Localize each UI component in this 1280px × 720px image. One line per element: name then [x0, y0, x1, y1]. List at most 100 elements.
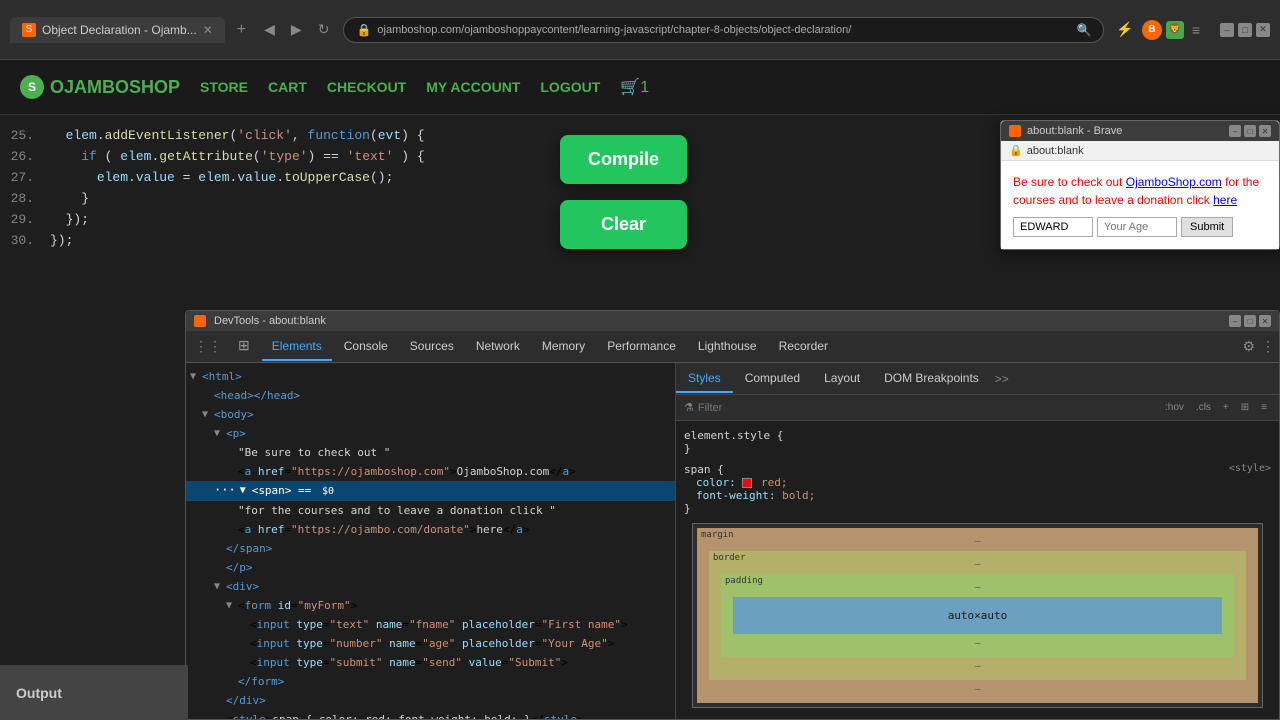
devtools-minimize-button[interactable]: –: [1229, 315, 1241, 327]
html-line[interactable]: </form>: [186, 672, 675, 691]
overlay-maximize-button[interactable]: □: [1244, 125, 1256, 137]
tab-selector[interactable]: ⊞: [228, 331, 260, 362]
cart-nav-link[interactable]: CART: [268, 79, 307, 95]
tab-close-button[interactable]: ✕: [203, 23, 213, 37]
html-line[interactable]: <a href="https://ojamboshop.com">OjamboS…: [186, 462, 675, 481]
tab-recorder[interactable]: Recorder: [769, 333, 838, 361]
html-line[interactable]: </div>: [186, 691, 675, 710]
maximize-button[interactable]: □: [1238, 23, 1252, 37]
devtools-close-button[interactable]: ✕: [1259, 315, 1271, 327]
html-line-selected[interactable]: ··· ▼ <span> == $0: [186, 481, 675, 501]
tab-lighthouse[interactable]: Lighthouse: [688, 333, 767, 361]
tab-title: Object Declaration - Ojamb...: [42, 23, 197, 37]
store-nav-link[interactable]: STORE: [200, 79, 248, 95]
tab-console[interactable]: Console: [334, 333, 398, 361]
forward-button[interactable]: ▶: [285, 17, 308, 42]
devtools-settings-icon[interactable]: ⚙: [1242, 338, 1255, 355]
checkout-nav-link[interactable]: CHECKOUT: [327, 79, 406, 95]
overlay-minimize-button[interactable]: –: [1229, 125, 1241, 137]
styles-tabs: Styles Computed Layout DOM Breakpoints >…: [676, 363, 1279, 395]
html-line[interactable]: </p>: [186, 558, 675, 577]
tag-text: <form id="myForm">: [238, 597, 357, 614]
age-input[interactable]: [1097, 217, 1177, 237]
action-buttons: Compile Clear: [560, 135, 687, 249]
menu-button[interactable]: ≡: [1188, 18, 1204, 42]
html-line[interactable]: <input type="number" name="age" placehol…: [186, 634, 675, 653]
minimize-button[interactable]: –: [1220, 23, 1234, 37]
tab-sources[interactable]: Sources: [400, 333, 464, 361]
toggle-icon: [226, 444, 236, 461]
styles-content: element.style { } span { <style> color: …: [676, 421, 1279, 719]
tag-text: <html>: [202, 368, 242, 385]
html-line[interactable]: <head></head>: [186, 386, 675, 405]
tab-styles[interactable]: Styles: [676, 365, 733, 393]
toggle-icon[interactable]: ▼: [214, 425, 224, 442]
html-line[interactable]: <style>span { color: red; font-weight: b…: [186, 710, 675, 719]
back-button[interactable]: ◀: [258, 17, 281, 42]
clear-button[interactable]: Clear: [560, 200, 687, 249]
line-dots-icon[interactable]: ···: [214, 482, 236, 499]
close-button[interactable]: ✕: [1256, 23, 1270, 37]
hov-filter-button[interactable]: :hov: [1161, 399, 1188, 416]
tab-memory[interactable]: Memory: [532, 333, 595, 361]
new-tab-button[interactable]: +: [233, 17, 250, 43]
toggle-icon[interactable]: ▼: [190, 368, 200, 385]
search-icon: 🔍: [1076, 23, 1091, 37]
submit-button[interactable]: Submit: [1181, 217, 1233, 237]
html-line[interactable]: ▼ <form id="myForm">: [186, 596, 675, 615]
fname-input[interactable]: [1013, 217, 1093, 237]
tag-text: <head></head>: [214, 387, 300, 404]
padding-dash: –: [974, 582, 980, 593]
window-controls: – □ ✕: [1220, 23, 1270, 37]
html-line[interactable]: "Be sure to check out ": [186, 443, 675, 462]
devtools-maximize-button[interactable]: □: [1244, 315, 1256, 327]
devtools-title: DevTools - about:blank: [214, 315, 1221, 327]
toggle-icon[interactable]: ▼: [226, 597, 236, 614]
devtools-overflow-icon[interactable]: ⋮: [1261, 338, 1275, 355]
toggle-icon: [226, 502, 236, 519]
filter-buttons: :hov .cls + ⊞ ≡: [1161, 399, 1271, 416]
browser-chrome: S Object Declaration - Ojamb... ✕ + ◀ ▶ …: [0, 0, 1280, 60]
overlay-address-bar[interactable]: 🔒 about:blank: [1001, 141, 1279, 161]
overlay-close-button[interactable]: ✕: [1259, 125, 1271, 137]
tab-layout[interactable]: Layout: [812, 365, 872, 393]
html-line[interactable]: ▼ <body>: [186, 405, 675, 424]
cart-icon[interactable]: 🛒1: [620, 77, 649, 97]
tab-elements[interactable]: Elements: [262, 333, 332, 361]
toggle-icon[interactable]: ▼: [240, 482, 250, 499]
html-line[interactable]: <input type="text" name="fname" placehol…: [186, 615, 675, 634]
address-bar[interactable]: 🔒 ojamboshop.com/ojamboshoppaycontent/le…: [343, 17, 1104, 43]
styles-tab-more[interactable]: >>: [991, 366, 1013, 392]
html-line[interactable]: ▼ <div>: [186, 577, 675, 596]
tab-computed[interactable]: Computed: [733, 365, 812, 393]
reload-button[interactable]: ↻: [312, 17, 336, 42]
computed-toggle-button[interactable]: ≡: [1257, 399, 1271, 416]
tag-text: </div>: [226, 692, 266, 709]
tab-network[interactable]: Network: [466, 333, 530, 361]
ojamboshop-link[interactable]: OjamboShop.com: [1126, 175, 1222, 189]
browser-tab[interactable]: S Object Declaration - Ojamb... ✕: [10, 17, 225, 43]
toggle-icon[interactable]: ▼: [214, 578, 224, 595]
html-line[interactable]: </span>: [186, 539, 675, 558]
devtools-more-icon[interactable]: ⋮⋮: [190, 336, 226, 357]
html-line[interactable]: "for the courses and to leave a donation…: [186, 501, 675, 520]
html-line[interactable]: ▼ <html>: [186, 367, 675, 386]
add-style-button[interactable]: +: [1219, 399, 1233, 416]
toggle-icon[interactable]: ▼: [202, 406, 212, 423]
line-number: 25.: [0, 126, 50, 145]
cls-filter-button[interactable]: .cls: [1192, 399, 1215, 416]
logout-nav-link[interactable]: LOGOUT: [540, 79, 600, 95]
html-line[interactable]: <a href="https://ojambo.com/donate">here…: [186, 520, 675, 539]
layout-toggle-button[interactable]: ⊞: [1237, 399, 1253, 416]
overlay-url-icon: 🔒: [1009, 144, 1023, 157]
extensions-button[interactable]: ⚡: [1112, 17, 1137, 42]
filter-input[interactable]: [698, 402, 1157, 414]
html-line[interactable]: <input type="submit" name="send" value="…: [186, 653, 675, 672]
tab-dom-breakpoints[interactable]: DOM Breakpoints: [872, 365, 991, 393]
tab-performance[interactable]: Performance: [597, 333, 686, 361]
compile-button[interactable]: Compile: [560, 135, 687, 184]
html-line[interactable]: ▼ <p>: [186, 424, 675, 443]
here-link[interactable]: here: [1213, 193, 1237, 207]
myaccount-nav-link[interactable]: MY ACCOUNT: [426, 79, 520, 95]
overlay-content: Be sure to check out OjamboShop.com for …: [1001, 161, 1279, 249]
